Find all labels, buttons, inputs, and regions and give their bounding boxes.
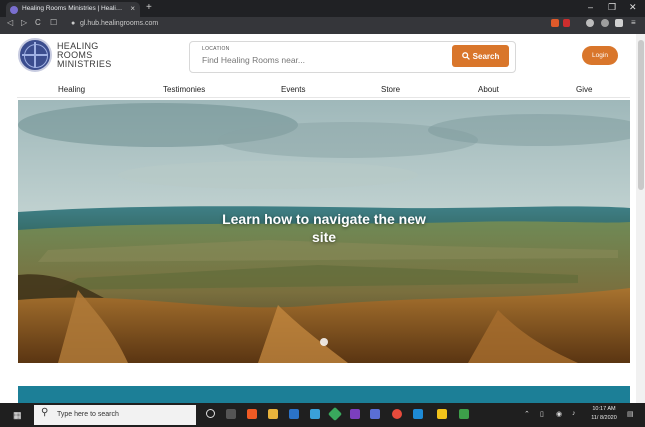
brand-line-3: MINISTRIES [57, 59, 112, 69]
menu-icon[interactable]: ≡ [631, 18, 636, 27]
chrome-icon[interactable] [392, 409, 402, 419]
nav-give[interactable]: Give [576, 85, 592, 94]
taskbar-date[interactable]: 11/ 8/2020 [589, 415, 619, 421]
cortana-icon[interactable] [206, 409, 215, 418]
tray-chevron-icon[interactable]: ⌃ [524, 410, 530, 418]
nav-events[interactable]: Events [281, 85, 305, 94]
browser-tab[interactable]: Healing Rooms Ministries | Heali… × [6, 2, 140, 17]
file-explorer-icon[interactable] [268, 409, 278, 419]
site-favicon-icon [10, 6, 18, 14]
app-icon[interactable] [310, 409, 320, 419]
wifi-icon[interactable]: ◉ [556, 410, 562, 418]
back-button[interactable]: ◁ [7, 18, 13, 27]
login-button[interactable]: Login [582, 46, 618, 65]
nav-healing[interactable]: Healing [58, 85, 85, 94]
battery-icon[interactable]: ▯ [540, 410, 544, 418]
task-view-icon[interactable] [226, 409, 236, 419]
hero-heading: Learn how to navigate the new site [222, 211, 426, 245]
rewards-icon[interactable] [563, 19, 570, 27]
close-window-button[interactable]: ✕ [629, 2, 637, 13]
footer-band [18, 386, 630, 403]
settings-icon[interactable] [601, 19, 609, 27]
location-label: LOCATION [202, 46, 230, 52]
address-bar[interactable]: gl.hub.healingrooms.com [80, 20, 158, 27]
carousel-indicator[interactable] [320, 338, 328, 346]
lock-icon: ● [71, 20, 76, 27]
volume-icon[interactable]: ♪ [572, 410, 576, 417]
forward-button[interactable]: ▷ [21, 18, 27, 27]
search-button[interactable]: Search [452, 45, 509, 67]
reload-button[interactable]: C [35, 18, 41, 27]
search-button-label: Search [472, 51, 500, 61]
tab-close-icon[interactable]: × [130, 4, 135, 13]
tab-title: Healing Rooms Ministries | Heali… [22, 5, 122, 12]
bookmark-icon[interactable]: ☐ [50, 18, 57, 27]
nav-divider [17, 97, 630, 98]
brave-shield-icon[interactable] [551, 19, 559, 27]
word-icon[interactable] [289, 409, 299, 419]
search-icon [461, 52, 470, 60]
puzzle-icon[interactable] [615, 19, 623, 27]
taskbar-time[interactable]: 10:17 AM [591, 406, 617, 412]
nav-store[interactable]: Store [381, 85, 400, 94]
nav-testimonies[interactable]: Testimonies [163, 85, 205, 94]
search-icon: ⚲ [41, 407, 49, 418]
discord-icon[interactable] [370, 409, 380, 419]
scrollbar-thumb[interactable] [638, 40, 644, 190]
nav-about[interactable]: About [478, 85, 499, 94]
brave-browser-icon[interactable] [247, 409, 257, 419]
start-icon[interactable]: ▦ [13, 410, 22, 421]
taskbar-search-placeholder[interactable]: Type here to search [57, 411, 119, 418]
location-input[interactable] [202, 54, 447, 66]
maximize-button[interactable]: ❐ [608, 2, 616, 13]
sticky-notes-icon[interactable] [437, 409, 447, 419]
vscode-icon[interactable] [413, 409, 423, 419]
onenote-icon[interactable] [350, 409, 360, 419]
new-tab-button[interactable]: + [146, 2, 152, 13]
notifications-icon[interactable]: ▤ [627, 410, 634, 418]
globe-logo-icon[interactable] [18, 38, 52, 72]
minimize-button[interactable]: – [588, 2, 593, 12]
extension-icon[interactable] [586, 19, 594, 27]
excel-icon[interactable] [459, 409, 469, 419]
